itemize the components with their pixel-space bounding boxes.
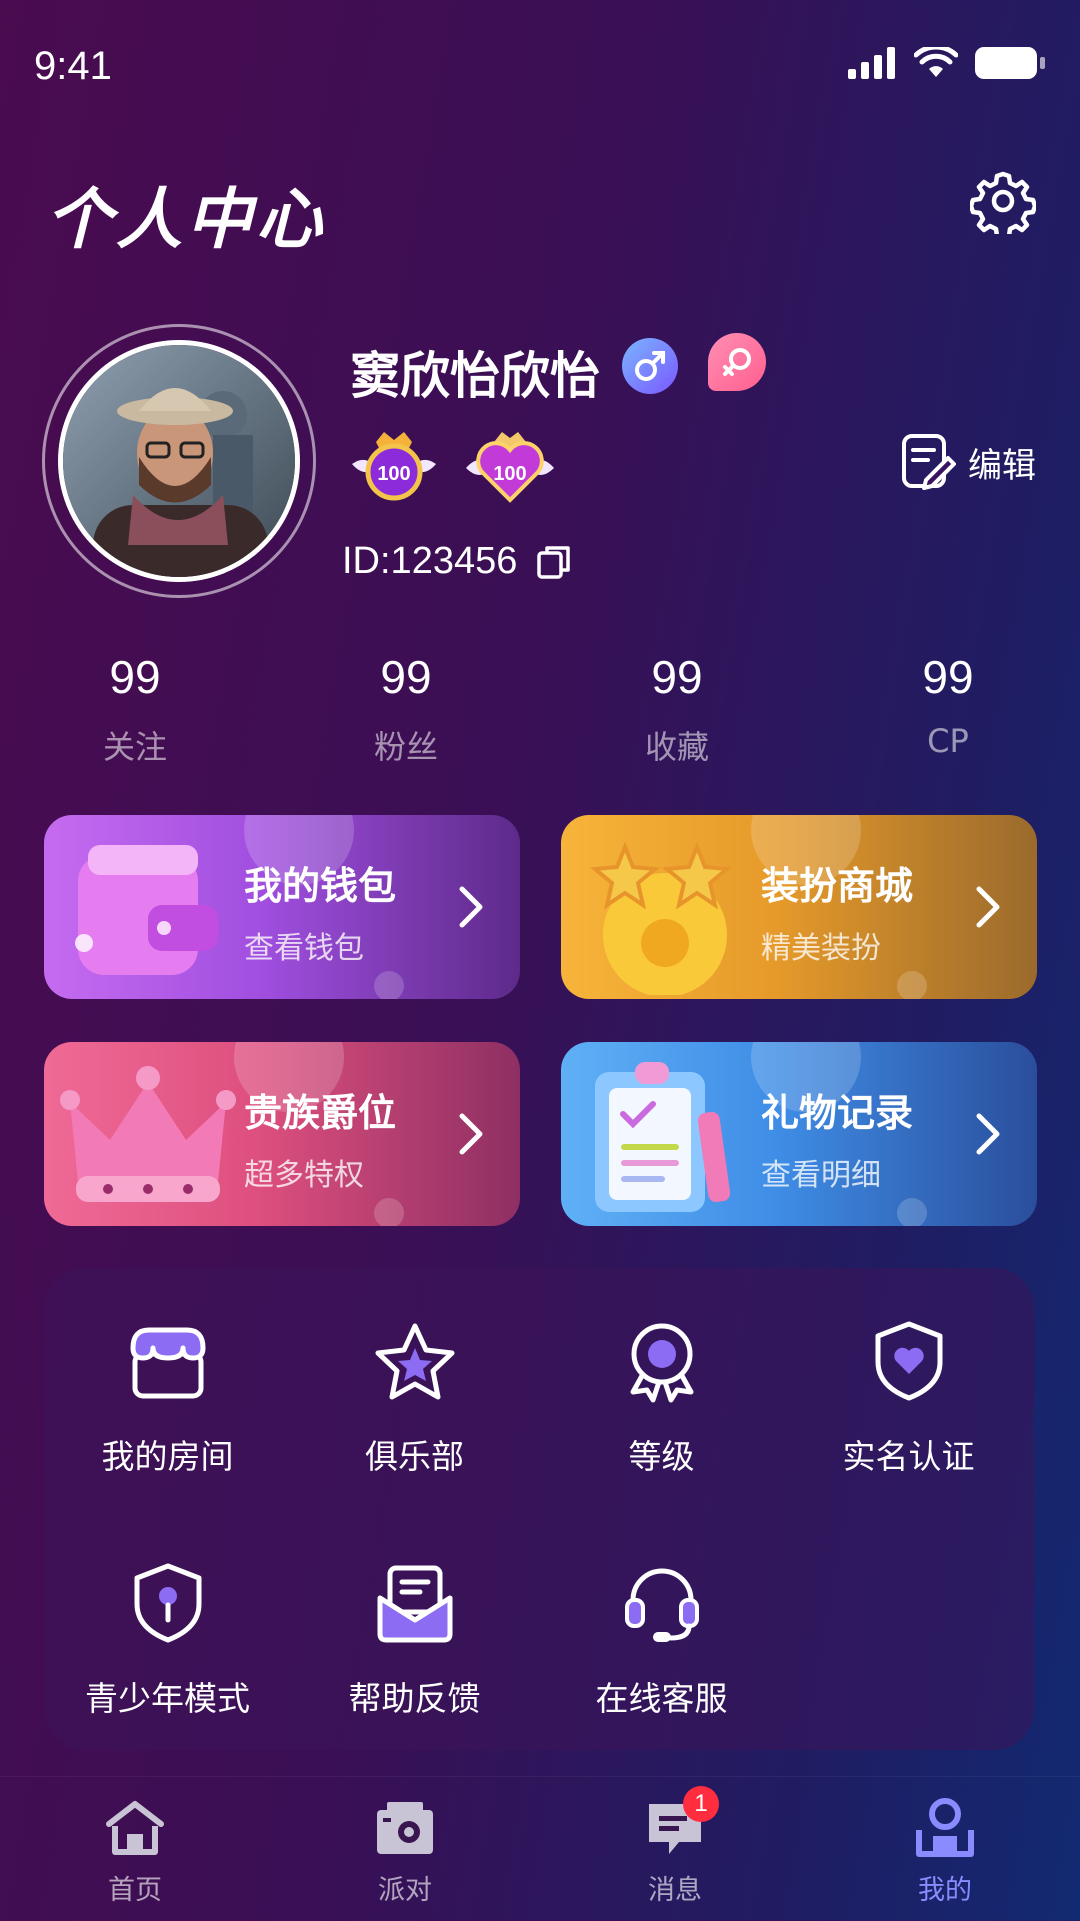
- gear-icon: [968, 171, 1038, 241]
- wallet-card[interactable]: 我的钱包 查看钱包: [44, 815, 520, 999]
- tab-label: 派对: [378, 1875, 432, 1906]
- medal-icon: [630, 1323, 693, 1403]
- edit-profile-button[interactable]: 编辑: [900, 432, 1036, 492]
- stat-cp[interactable]: 99 CP: [848, 650, 1048, 760]
- party-icon: [377, 1802, 433, 1854]
- headset-icon: [624, 1568, 699, 1642]
- store-icon: [130, 1327, 205, 1399]
- feature-level[interactable]: 等级: [538, 1318, 785, 1478]
- edit-label: 编辑: [968, 445, 1036, 486]
- chevron-right-icon: [459, 1113, 483, 1155]
- feature-label: 帮助反馈: [348, 1679, 481, 1718]
- feature-label: 我的房间: [101, 1437, 234, 1476]
- message-badge: 1: [683, 1786, 719, 1822]
- profile-icon: [916, 1798, 974, 1857]
- feature-my-room[interactable]: 我的房间: [44, 1318, 291, 1478]
- user-id: ID:123456: [342, 540, 518, 582]
- copy-icon[interactable]: [535, 543, 573, 581]
- stat-following[interactable]: 99 关注: [35, 650, 235, 768]
- edit-icon: [902, 434, 956, 490]
- card-title: 我的钱包: [244, 864, 397, 908]
- level-badge-text: 100: [377, 463, 410, 485]
- gift-record-card[interactable]: 礼物记录 查看明细: [561, 1042, 1037, 1226]
- stat-label: 粉丝: [373, 728, 438, 766]
- clipboard-icon: [595, 1062, 731, 1212]
- chevron-right-icon: [976, 886, 1000, 928]
- stat-value: 99: [109, 651, 161, 703]
- card-subtitle: 超多特权: [244, 1158, 364, 1193]
- card-subtitle: 查看钱包: [244, 931, 364, 966]
- card-title: 装扮商城: [761, 864, 914, 908]
- feature-real-name[interactable]: 实名认证: [785, 1318, 1032, 1478]
- chevron-right-icon: [976, 1113, 1000, 1155]
- feature-teen-mode[interactable]: 青少年模式: [44, 1560, 291, 1720]
- feature-help-feedback[interactable]: 帮助反馈: [291, 1560, 538, 1720]
- star-glasses-icon: [589, 841, 733, 995]
- feature-label: 俱乐部: [365, 1437, 464, 1476]
- page-title: 个人中心: [46, 181, 326, 258]
- stat-label: CP: [927, 722, 969, 760]
- stat-value: 99: [380, 651, 432, 703]
- wallet-icon: [75, 845, 218, 975]
- signal-icon: [848, 47, 895, 79]
- chevron-right-icon: [459, 886, 483, 928]
- tab-messages[interactable]: 1 消息: [540, 1786, 810, 1907]
- male-icon: [622, 338, 678, 394]
- home-icon: [106, 1801, 164, 1855]
- star-icon: [375, 1323, 454, 1400]
- feature-label: 在线客服: [595, 1679, 728, 1718]
- tab-label: 首页: [108, 1875, 162, 1906]
- feature-online-service[interactable]: 在线客服: [538, 1560, 785, 1720]
- tab-home[interactable]: 首页: [0, 1796, 270, 1907]
- status-time: 9:41: [34, 44, 112, 88]
- level-badge[interactable]: 100: [462, 424, 558, 508]
- stat-label: 收藏: [644, 728, 709, 766]
- tab-label: 我的: [918, 1875, 972, 1906]
- status-icons: [848, 46, 1046, 80]
- feature-club[interactable]: 俱乐部: [291, 1318, 538, 1478]
- stat-value: 99: [651, 651, 703, 703]
- card-subtitle: 查看明细: [761, 1158, 881, 1193]
- tab-party[interactable]: 派对: [270, 1796, 540, 1907]
- username: 窦欣怡欣怡: [350, 347, 600, 405]
- level-badge[interactable]: 100: [346, 424, 442, 508]
- feature-label: 青少年模式: [85, 1679, 250, 1718]
- card-title: 贵族爵位: [244, 1091, 397, 1135]
- avatar[interactable]: [58, 340, 300, 582]
- tab-me[interactable]: 我的: [810, 1796, 1080, 1907]
- stat-fans[interactable]: 99 粉丝: [306, 650, 506, 768]
- wifi-icon: [914, 47, 958, 77]
- card-subtitle: 精美装扮: [761, 931, 881, 966]
- level-badge-text: 100: [493, 463, 526, 485]
- settings-button[interactable]: [968, 168, 1038, 241]
- dress-shop-card[interactable]: 装扮商城 精美装扮: [561, 815, 1037, 999]
- tab-label: 消息: [648, 1875, 702, 1906]
- feature-label: 等级: [628, 1437, 695, 1476]
- user-id-row: ID:123456: [342, 540, 573, 583]
- crown-icon: [60, 1066, 236, 1202]
- nobility-card[interactable]: 贵族爵位 超多特权: [44, 1042, 520, 1226]
- stat-value: 99: [922, 651, 974, 703]
- feature-label: 实名认证: [842, 1437, 975, 1476]
- mail-icon: [377, 1565, 452, 1643]
- shield-key-icon: [134, 1563, 201, 1643]
- stat-label: 关注: [102, 728, 167, 766]
- battery-icon: [975, 47, 1045, 79]
- female-icon: [708, 333, 766, 391]
- stat-favorites[interactable]: 99 收藏: [577, 650, 777, 768]
- card-title: 礼物记录: [761, 1091, 914, 1135]
- shield-heart-icon: [875, 1321, 942, 1401]
